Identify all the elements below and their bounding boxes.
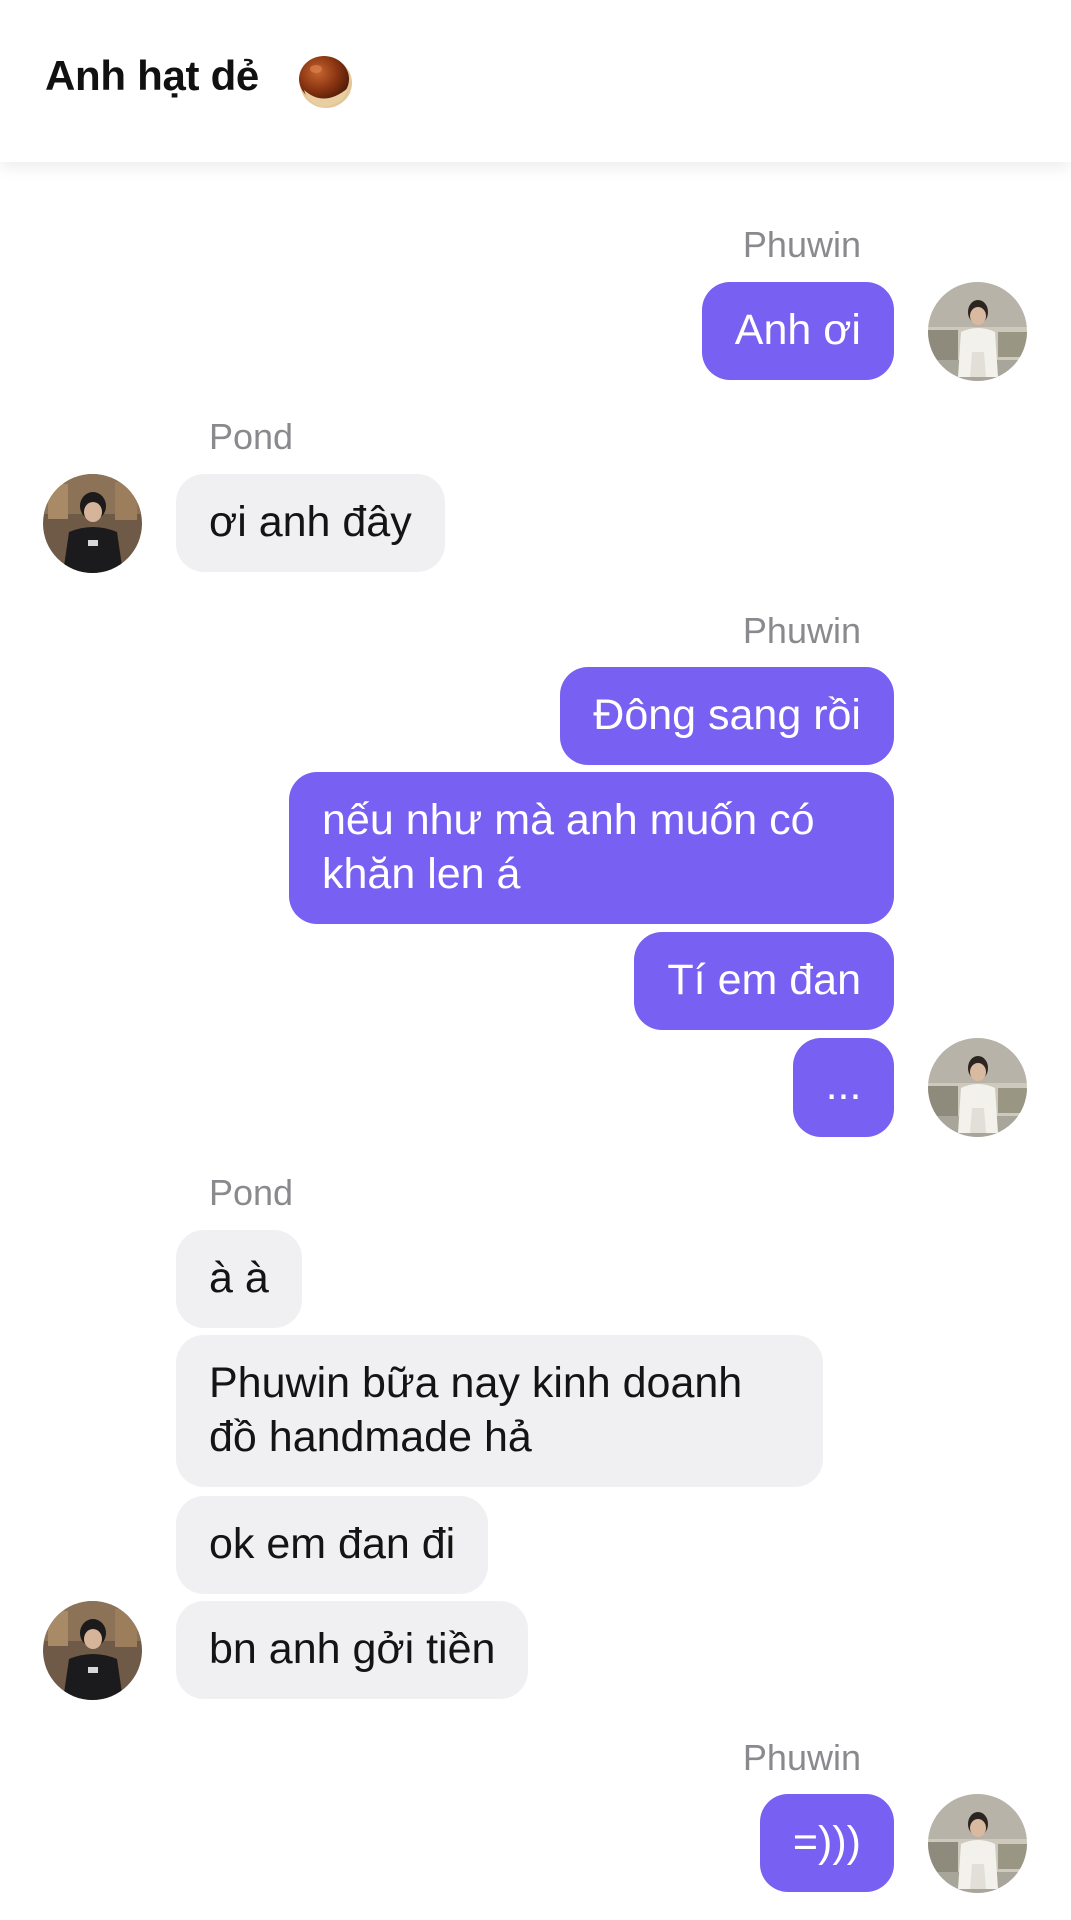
incoming-message[interactable]: à à [176,1230,302,1328]
chat-title[interactable]: Anh hạt dẻ [45,52,259,100]
sender-name: Pond [209,1172,294,1213]
phuwin-avatar-image [928,282,1027,381]
pond-avatar-image [43,474,142,573]
outgoing-message[interactable]: Anh ơi [701,282,894,380]
avatar-pond[interactable] [43,474,142,573]
incoming-message[interactable]: ơi anh đây [176,474,445,572]
avatar-phuwin[interactable] [928,1794,1027,1893]
sender-name: Phuwin [742,224,861,265]
outgoing-message[interactable]: Đông sang rồi [560,667,894,765]
outgoing-message[interactable]: =))) [759,1794,894,1892]
avatar-phuwin[interactable] [928,282,1027,381]
phuwin-avatar-image [928,1794,1027,1893]
chat-screen: Anh hạt dẻ Phuwin Anh ơi Pond ơi anh đây… [0,0,1071,1920]
outgoing-message[interactable]: Tí em đan [634,932,894,1030]
incoming-message[interactable]: ok em đan đi [176,1496,489,1594]
phuwin-avatar-image [928,1038,1027,1137]
incoming-message[interactable]: Phuwin bữa nay kinh doanh đồ handmade hả [176,1335,823,1487]
incoming-message[interactable]: bn anh gởi tiền [176,1601,529,1699]
pond-avatar-image [43,1601,142,1700]
sender-name: Phuwin [742,610,861,651]
sender-name: Phuwin [742,1737,861,1778]
sender-name: Pond [209,416,294,457]
avatar-pond[interactable] [43,1601,142,1700]
outgoing-message[interactable]: ... [793,1038,894,1137]
chestnut-icon [299,56,352,108]
outgoing-message[interactable]: nếu như mà anh muốn có khăn len á [289,772,894,924]
avatar-phuwin[interactable] [928,1038,1027,1137]
chat-header: Anh hạt dẻ [0,0,1071,162]
